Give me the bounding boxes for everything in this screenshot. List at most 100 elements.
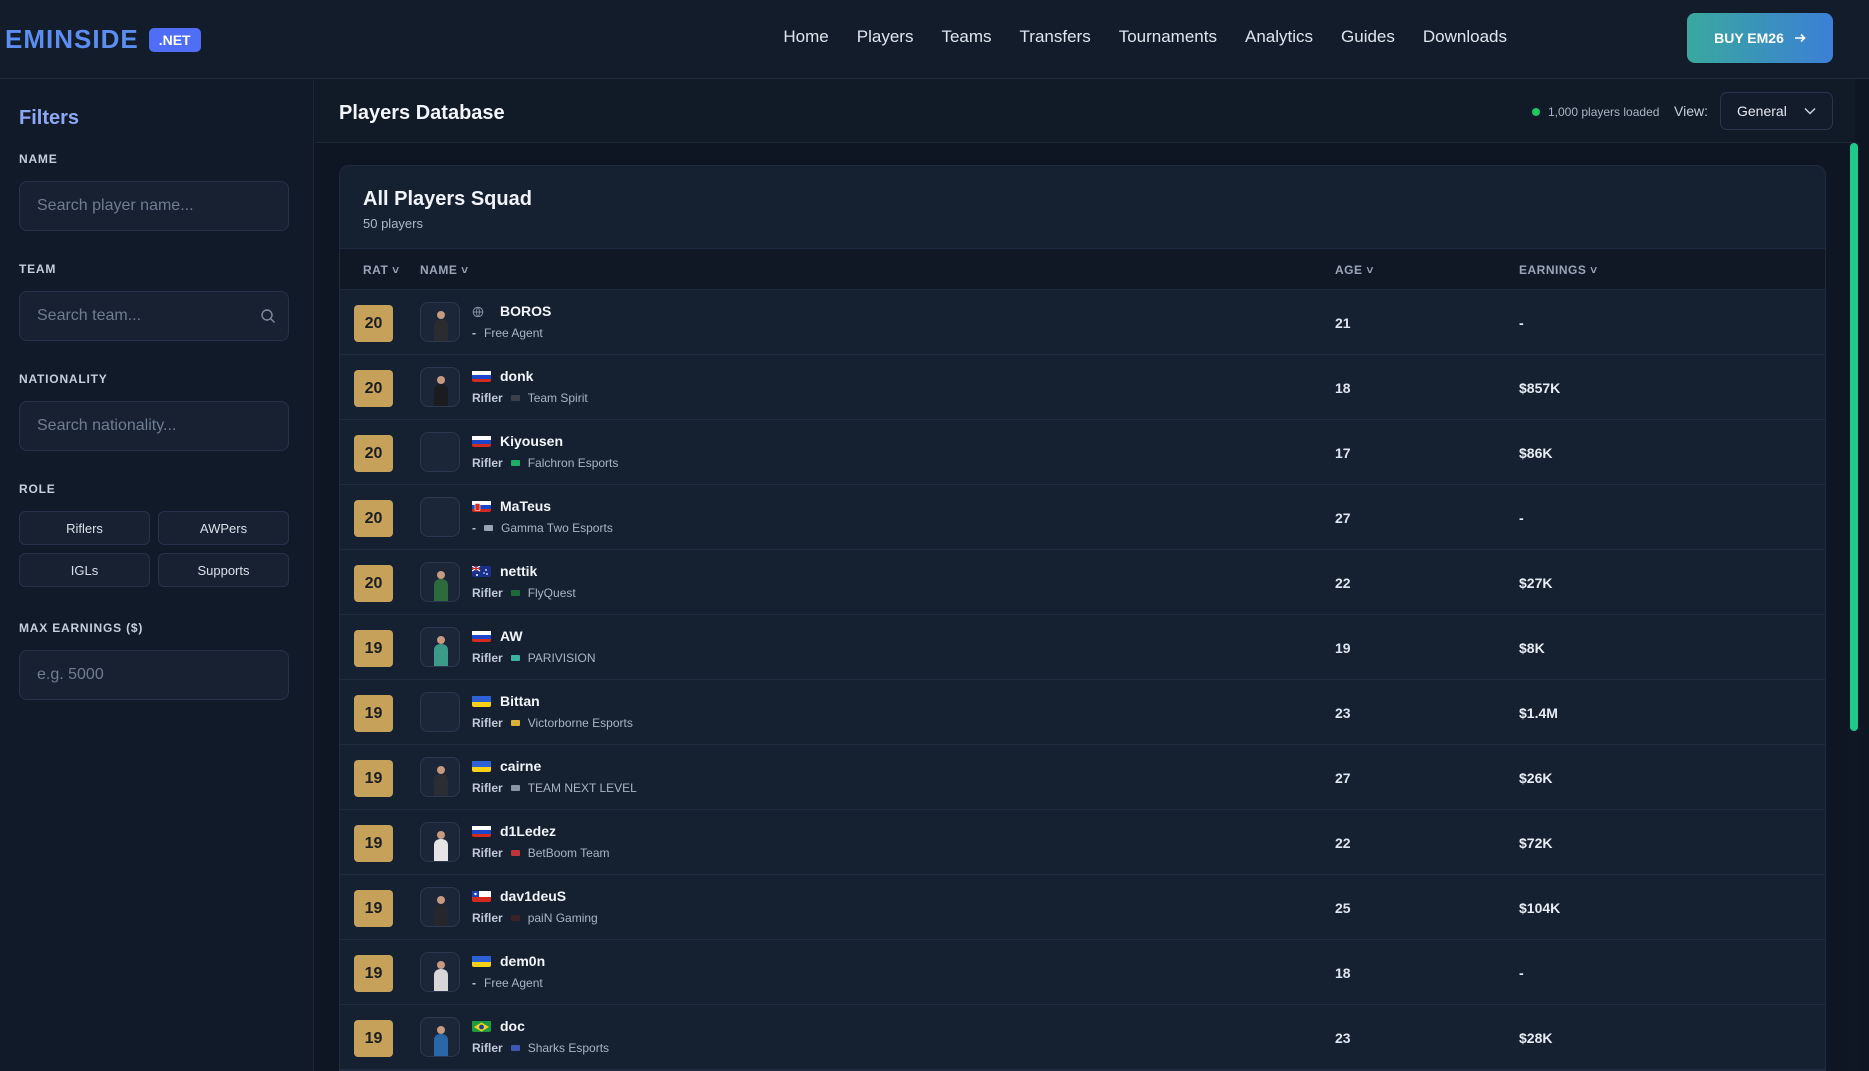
- rating-badge: 20: [354, 500, 393, 537]
- team-logo-icon: [510, 785, 520, 791]
- table-row[interactable]: 19 d1Ledez Rifler BetBoom Team 22 $72K: [340, 810, 1825, 875]
- table-row[interactable]: 20 donk Rifler Team Spirit 18 $857K: [340, 355, 1825, 420]
- nationality-search-input[interactable]: [37, 417, 257, 435]
- player-role: Rifler: [472, 456, 503, 470]
- team-search-input[interactable]: [37, 307, 257, 325]
- nav-guides[interactable]: Guides: [1341, 27, 1395, 47]
- rating-badge: 20: [354, 565, 393, 602]
- main-nav: Home Players Teams Transfers Tournaments Anal…: [783, 27, 1507, 47]
- table-row[interactable]: 20 Kiyousen Rifler Falchron Esports 17 $…: [340, 420, 1825, 485]
- player-team[interactable]: FlyQuest: [528, 586, 576, 600]
- player-role: Rifler: [472, 586, 503, 600]
- rating-badge: 19: [354, 825, 393, 862]
- rating-badge: 19: [354, 955, 393, 992]
- player-meta: Rifler Team Spirit: [472, 391, 588, 405]
- sort-rat-header[interactable]: RAT ˅: [363, 263, 400, 277]
- table-row[interactable]: 19 AW Rifler PARIVISION 19 $8K: [340, 615, 1825, 680]
- sort-age-header[interactable]: AGE ˅: [1335, 263, 1374, 277]
- team-logo-icon: [510, 395, 520, 401]
- player-name[interactable]: nettik: [500, 563, 537, 579]
- player-name[interactable]: Bittan: [500, 693, 540, 709]
- player-team[interactable]: PARIVISION: [528, 651, 596, 665]
- max-earnings-label: MAX EARNINGS ($): [19, 621, 144, 635]
- player-team[interactable]: TEAM NEXT LEVEL: [528, 781, 637, 795]
- player-name[interactable]: MaTeus: [500, 498, 551, 514]
- nav-home[interactable]: Home: [783, 27, 828, 47]
- players-squad-panel: All Players Squad 50 players RAT ˅ NAME …: [339, 165, 1826, 1071]
- nav-transfers[interactable]: Transfers: [1020, 27, 1091, 47]
- name-filter-label: NAME: [19, 152, 58, 166]
- player-earnings: $104K: [1519, 900, 1561, 916]
- player-age: 27: [1335, 770, 1351, 786]
- role-awpers-button[interactable]: AWPers: [158, 511, 289, 545]
- player-age: 25: [1335, 900, 1351, 916]
- table-row[interactable]: 20 MaTeus - Gamma Two Esports 27 -: [340, 485, 1825, 550]
- table-row[interactable]: 19 doc Rifler Sharks Esports 23 $28K: [340, 1005, 1825, 1070]
- table-row[interactable]: 20 nettik Rifler FlyQuest 22 $27K: [340, 550, 1825, 615]
- player-meta: - Gamma Two Esports: [472, 521, 613, 535]
- player-earnings: $72K: [1519, 835, 1553, 851]
- player-name[interactable]: doc: [500, 1018, 525, 1034]
- table-header: RAT ˅ NAME ˅ AGE ˅ EARNINGS ˅: [340, 248, 1825, 290]
- scrollbar-thumb[interactable]: [1850, 143, 1858, 731]
- nav-tournaments[interactable]: Tournaments: [1119, 27, 1217, 47]
- player-team[interactable]: paiN Gaming: [528, 911, 598, 925]
- table-row[interactable]: 19 cairne Rifler TEAM NEXT LEVEL 27 $26K: [340, 745, 1825, 810]
- player-avatar: [420, 887, 460, 927]
- name-search-input[interactable]: [37, 197, 257, 215]
- nav-players[interactable]: Players: [857, 27, 914, 47]
- sort-name-header[interactable]: NAME ˅: [420, 263, 469, 277]
- sort-earnings-header[interactable]: EARNINGS ˅: [1519, 263, 1598, 277]
- player-name[interactable]: Kiyousen: [500, 433, 563, 449]
- table-row[interactable]: 20 BOROS - Free Agent 21 -: [340, 290, 1825, 355]
- view-select[interactable]: General: [1720, 92, 1833, 130]
- player-name[interactable]: cairne: [500, 758, 541, 774]
- team-logo-icon: [510, 720, 520, 726]
- player-team[interactable]: BetBoom Team: [528, 846, 610, 860]
- player-name[interactable]: BOROS: [500, 303, 551, 319]
- filters-title: Filters: [19, 107, 80, 129]
- rating-badge: 19: [354, 890, 393, 927]
- role-igls-button[interactable]: IGLs: [19, 553, 150, 587]
- table-row[interactable]: 19 Bittan Rifler Victorborne Esports 23 …: [340, 680, 1825, 745]
- team-filter-label: TEAM: [19, 262, 57, 276]
- player-name[interactable]: dem0n: [500, 953, 545, 969]
- team-logo-icon: [510, 590, 520, 596]
- site-logo[interactable]: EMINSIDE .NET: [5, 24, 201, 55]
- player-avatar: [420, 627, 460, 667]
- buy-em26-button[interactable]: BUY EM26: [1687, 13, 1833, 63]
- player-role: Rifler: [472, 846, 503, 860]
- role-riflers-button[interactable]: Riflers: [19, 511, 150, 545]
- player-meta: Rifler BetBoom Team: [472, 846, 610, 860]
- table-row[interactable]: 19 dem0n - Free Agent 18 -: [340, 940, 1825, 1005]
- nav-downloads[interactable]: Downloads: [1423, 27, 1507, 47]
- player-team[interactable]: Free Agent: [484, 976, 543, 990]
- player-name[interactable]: d1Ledez: [500, 823, 556, 839]
- team-logo-icon: [510, 1045, 520, 1051]
- player-name[interactable]: donk: [500, 368, 533, 384]
- logo-text: EMINSIDE: [5, 24, 139, 54]
- rating-badge: 20: [354, 305, 393, 342]
- name-header-label: NAME: [420, 263, 458, 277]
- nav-teams[interactable]: Teams: [941, 27, 991, 47]
- table-row[interactable]: 19 dav1deuS Rifler paiN Gaming 25 $104K: [340, 875, 1825, 940]
- flag-ukraine-icon: [472, 695, 491, 707]
- player-earnings: $8K: [1519, 640, 1545, 656]
- player-name[interactable]: dav1deuS: [500, 888, 566, 904]
- player-team[interactable]: Team Spirit: [528, 391, 588, 405]
- role-supports-button[interactable]: Supports: [158, 553, 289, 587]
- nav-analytics[interactable]: Analytics: [1245, 27, 1313, 47]
- player-team[interactable]: Free Agent: [484, 326, 543, 340]
- player-earnings: $86K: [1519, 445, 1553, 461]
- player-avatar: [420, 952, 460, 992]
- nationality-filter-box: [19, 401, 289, 451]
- player-team[interactable]: Gamma Two Esports: [501, 521, 613, 535]
- max-earnings-input[interactable]: [37, 666, 257, 684]
- search-icon: [261, 309, 275, 323]
- player-name[interactable]: AW: [500, 628, 523, 644]
- player-meta: Rifler paiN Gaming: [472, 911, 598, 925]
- player-team[interactable]: Victorborne Esports: [528, 716, 633, 730]
- player-team[interactable]: Falchron Esports: [528, 456, 619, 470]
- filters-sidebar: Filters NAME TEAM NATIONALITY ROLE Rifle…: [0, 79, 314, 1071]
- player-team[interactable]: Sharks Esports: [528, 1041, 609, 1055]
